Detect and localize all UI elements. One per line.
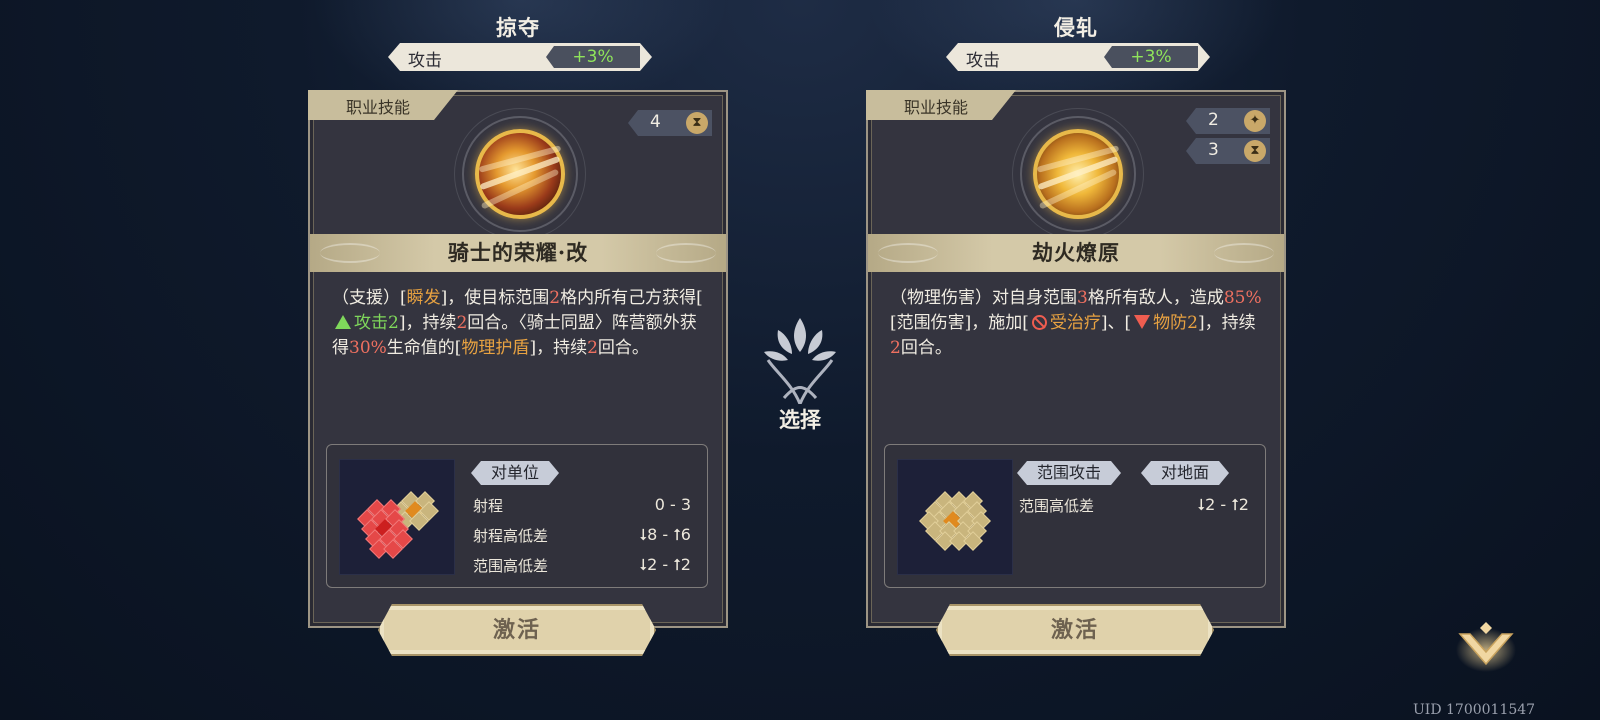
row-label: 范围高低差 [473, 557, 549, 575]
skill-tag: 职业技能 [904, 98, 969, 117]
skill-tag: 职业技能 [346, 98, 411, 117]
card-title: 侵轧 [1054, 15, 1098, 40]
activate-button[interactable]: 激活 [936, 604, 1214, 656]
row-label: 范围高低差 [1019, 497, 1095, 515]
cost-counter: 2 ✦ [1186, 108, 1270, 134]
stat-value: +3% [572, 47, 614, 67]
activate-label: 激活 [1050, 617, 1099, 643]
skill-panel[interactable]: 职业技能 2 ✦ 3 ⧗ 劫火燎原 （物理伤害）对自身范围3格所有敌人，造成85… [866, 90, 1286, 628]
row-label: 射程高低差 [473, 527, 549, 545]
range-grid-preview [339, 459, 455, 575]
choose-emblem: 选择 [750, 312, 850, 442]
cooldown-counter: 3 ⧗ [1186, 138, 1270, 164]
range-grid-preview [897, 459, 1013, 575]
stat-label: 攻击 [966, 51, 1000, 71]
cooldown-counter: 4 ⧗ [628, 110, 712, 136]
skill-card-right: 侵轧 攻击 +3% 职业技能 2 ✦ 3 ⧗ 劫火燎原 （物理伤害）对自身范围3… [866, 8, 1286, 658]
skill-name: 骑士的荣耀·改 [447, 240, 589, 265]
row-label: 射程 [473, 497, 504, 515]
skill-panel[interactable]: 职业技能 4 ⧗ 骑士的荣耀·改 （支援）[瞬发]，使目标范围2格内所有己方获得… [308, 90, 728, 628]
skill-name: 劫火燎原 [1032, 240, 1120, 265]
attack-type-pill: 范围攻击 [1017, 461, 1121, 485]
skill-description: （物理伤害）对自身范围3格所有敌人，造成85%[范围伤害]，施加[受治疗]、[物… [890, 288, 1262, 358]
card-title: 掠夺 [496, 15, 540, 40]
stat-label: 攻击 [408, 51, 442, 71]
stat-bonus-bar: 攻击 +3% [946, 43, 1210, 71]
cooldown-value: 3 [1208, 140, 1219, 160]
activate-label: 激活 [492, 617, 541, 643]
debuff-down-icon [1134, 315, 1151, 329]
cooldown-value: 4 [650, 112, 661, 132]
range-info-box: 对单位 射程 0 - 3 射程高低差 ⭣8 - ⭡6 范围高低差 ⭣2 - ⭡2 [326, 444, 708, 588]
tree-emblem-icon [764, 318, 836, 404]
chevron-down-icon[interactable] [1454, 620, 1518, 672]
choose-label: 选择 [779, 407, 821, 432]
stat-value: +3% [1130, 47, 1172, 67]
target-type-pill: 对单位 [471, 461, 559, 485]
hourglass-icon: ⧗ [1244, 140, 1266, 162]
buff-up-icon [335, 315, 351, 329]
star-icon: ✦ [1244, 110, 1266, 132]
row-value: 0 - 3 [654, 495, 691, 514]
skill-card-left: 掠夺 攻击 +3% 职业技能 4 ⧗ 骑士的荣耀·改 （支援）[瞬发]，使目标范… [308, 8, 728, 658]
user-id: UID 1700011547 [1413, 702, 1536, 718]
stat-bonus-bar: 攻击 +3% [388, 43, 652, 71]
activate-button[interactable]: 激活 [378, 604, 656, 656]
row-value: ⭣2 - ⭡2 [639, 555, 691, 574]
range-info-box: 范围攻击 对地面 范围高低差 ⭣2 - ⭡2 [884, 444, 1266, 588]
no-heal-icon [1031, 315, 1047, 330]
row-value: ⭣2 - ⭡2 [1197, 495, 1249, 514]
row-value: ⭣8 - ⭡6 [639, 525, 691, 544]
hourglass-icon: ⧗ [686, 112, 708, 134]
target-type-pill: 对地面 [1141, 461, 1229, 485]
skill-description: （支援）[瞬发]，使目标范围2格内所有己方获得[攻击2]，持续2回合。〈骑士同盟… [332, 288, 703, 358]
cost-value: 2 [1208, 110, 1219, 130]
